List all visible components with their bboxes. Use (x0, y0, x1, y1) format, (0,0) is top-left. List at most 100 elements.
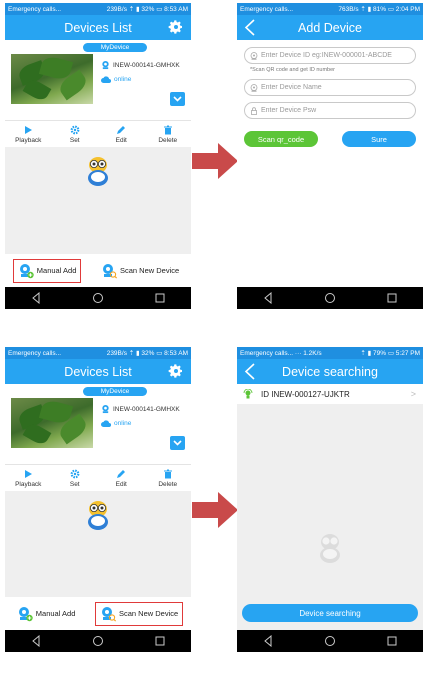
owl-mascot-icon (88, 157, 108, 186)
nav-home-icon[interactable] (92, 635, 104, 647)
device-searching-screen: Emergency calls... ··· 1.2K/s ⇡ ▮ 79% ▭ … (237, 347, 423, 652)
status-bar: Emergency calls... ··· 1.2K/s ⇡ ▮ 79% ▭ … (237, 347, 423, 359)
nav-recent-icon[interactable] (154, 635, 166, 647)
device-actions: Playback Set Edit Delete (5, 464, 191, 490)
status-right: ⇡ ▮ 79% ▭ 5:27 PM (360, 350, 420, 357)
scan-camera-icon (101, 606, 116, 622)
nav-home-icon[interactable] (324, 635, 336, 647)
edit-button[interactable]: Edit (101, 121, 141, 146)
arrow-right-icon (192, 143, 238, 179)
status-right: 763B/s ⇡ ▮ 81% ▭ 2:04 PM (338, 6, 420, 13)
manual-add-button[interactable]: Manual Add (12, 258, 82, 283)
device-password-field[interactable]: Enter Device Psw (244, 102, 416, 119)
status-right: 239B/s ⇡ ▮ 32% ▭ 8:53 AM (106, 6, 188, 13)
edit-label: Edit (115, 481, 127, 488)
back-icon[interactable] (243, 19, 259, 36)
camera-device-icon (102, 404, 109, 414)
device-id: INEW-000141-GMHXK (101, 60, 180, 70)
edit-button[interactable]: Edit (101, 465, 141, 490)
add-device-form: Enter Device ID eg:INEW-000001-ABCDE *Sc… (237, 40, 423, 287)
sure-button[interactable]: Sure (342, 131, 416, 147)
playback-button[interactable]: Playback (8, 121, 48, 146)
status-left: Emergency calls... ··· 1.2K/s (240, 349, 322, 357)
scan-qr-code-button[interactable]: Scan qr_code (244, 131, 318, 147)
pencil-icon (117, 126, 126, 134)
add-camera-icon (19, 263, 34, 278)
expand-button[interactable] (170, 92, 185, 106)
scan-camera-icon (102, 263, 117, 279)
nav-back-icon[interactable] (262, 292, 274, 304)
nav-back-icon[interactable] (30, 292, 42, 304)
device-list: MyDevice INEW-000141-GMHXK online Playba… (5, 384, 191, 597)
device-name-badge: MyDevice (83, 387, 147, 396)
device-searching-button[interactable]: Device searching (242, 604, 418, 622)
android-nav-bar (5, 287, 191, 309)
expand-button[interactable] (170, 436, 185, 450)
trash-icon (163, 469, 172, 479)
nav-back-icon[interactable] (30, 635, 42, 647)
scan-new-device-button[interactable]: Scan New Device (97, 260, 183, 282)
device-card[interactable]: MyDevice INEW-000141-GMHXK online Playba… (5, 40, 191, 147)
device-thumbnail[interactable] (11, 398, 93, 448)
delete-button[interactable]: Delete (148, 465, 188, 490)
delete-label: Delete (158, 481, 178, 488)
back-icon[interactable] (243, 363, 259, 380)
android-nav-bar (5, 630, 191, 652)
cloud-icon (101, 420, 111, 427)
nav-back-icon[interactable] (262, 635, 274, 647)
playback-button[interactable]: Playback (8, 465, 48, 490)
cloud-icon (101, 76, 111, 83)
device-name-placeholder: Enter Device Name (261, 84, 322, 91)
trash-icon (163, 125, 172, 135)
add-camera-icon (18, 606, 33, 621)
title-bar: Devices List (5, 15, 191, 40)
set-button[interactable]: Set (55, 121, 95, 146)
found-device-row[interactable]: ID INEW-000127-UJKTR > (237, 384, 423, 404)
qr-hint: *Scan QR code and get ID number (250, 67, 335, 73)
status-left: Emergency calls... (240, 5, 294, 13)
device-password-placeholder: Enter Device Psw (261, 107, 317, 114)
gear-icon (70, 469, 80, 479)
playback-label: Playback (15, 137, 42, 144)
page-title: Devices List (64, 364, 132, 379)
devices-list-screen-bottom: Emergency calls... 239B/s ⇡ ▮ 32% ▭ 8:53… (5, 347, 191, 652)
set-button[interactable]: Set (55, 465, 95, 490)
nav-recent-icon[interactable] (154, 292, 166, 304)
play-icon (25, 126, 33, 134)
nav-recent-icon[interactable] (386, 292, 398, 304)
device-status: online (101, 76, 131, 83)
device-name-field[interactable]: Enter Device Name (244, 79, 416, 96)
form-buttons: Scan qr_code Sure (244, 131, 416, 147)
arrow-right-icon (192, 492, 238, 528)
status-bar: Emergency calls... 763B/s ⇡ ▮ 81% ▭ 2:04… (237, 3, 423, 15)
pencil-icon (117, 470, 126, 478)
chevron-down-icon (173, 440, 182, 446)
device-thumbnail[interactable] (11, 54, 93, 104)
delete-button[interactable]: Delete (148, 121, 188, 146)
wifi-device-icon (243, 389, 253, 399)
play-icon (25, 470, 33, 478)
page-title: Device searching (282, 364, 378, 379)
device-card[interactable]: MyDevice INEW-000141-GMHXK online Playba… (5, 384, 191, 491)
nav-home-icon[interactable] (324, 292, 336, 304)
status-left: Emergency calls... (8, 349, 62, 357)
manual-add-label: Manual Add (36, 266, 77, 275)
device-id-field[interactable]: Enter Device ID eg:INEW-000001-ABCDE (244, 47, 416, 64)
settings-gear-icon[interactable] (168, 363, 184, 379)
nav-recent-icon[interactable] (386, 635, 398, 647)
device-id-text: INEW-000141-GMHXK (113, 405, 180, 413)
android-nav-bar (237, 630, 423, 652)
device-status: online (101, 420, 131, 427)
devices-list-screen-top: Emergency calls... 239B/s ⇡ ▮ 32% ▭ 8:53… (5, 3, 191, 309)
scan-new-device-button[interactable]: Scan New Device (94, 601, 184, 626)
bottom-bar: Manual Add Scan New Device (5, 254, 191, 287)
edit-label: Edit (115, 137, 127, 144)
found-device-id: ID INEW-000127-UJKTR (261, 389, 350, 399)
nav-home-icon[interactable] (92, 292, 104, 304)
settings-gear-icon[interactable] (168, 19, 184, 35)
manual-add-button[interactable]: Manual Add (13, 603, 80, 625)
title-bar: Add Device (237, 15, 423, 40)
status-bar: Emergency calls... 239B/s ⇡ ▮ 32% ▭ 8:53… (5, 347, 191, 359)
bottom-bar: Manual Add Scan New Device (5, 597, 191, 630)
device-actions: Playback Set Edit Delete (5, 120, 191, 146)
